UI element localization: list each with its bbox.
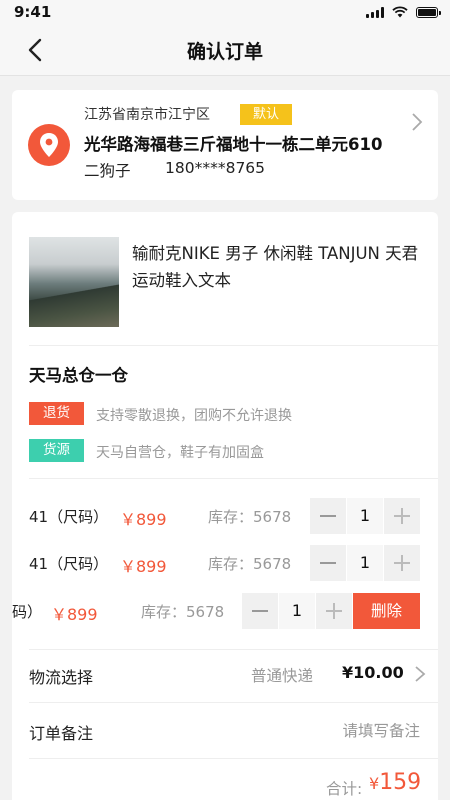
total-currency: ¥ [369, 774, 380, 793]
sku-row: 41（尺码） ￥899 库存：5678 1 [12, 498, 438, 534]
signal-icon [366, 6, 384, 18]
increase-quantity-button[interactable] [384, 545, 420, 581]
page-title: 确认订单 [186, 41, 263, 63]
wifi-icon [392, 6, 408, 18]
battery-icon [416, 6, 441, 18]
status-time: 9:41 [14, 3, 52, 21]
divider [29, 649, 438, 650]
status-bar: 9:41 [0, 0, 450, 24]
minus-icon [320, 515, 336, 517]
sku-size: 码） [12, 603, 43, 621]
sku-stock: 库存：5678 [141, 603, 225, 621]
quantity-value[interactable]: 1 [347, 545, 383, 581]
divider [29, 702, 438, 703]
minus-icon [320, 562, 336, 564]
recipient-name: 二狗子 [84, 162, 131, 180]
minus-icon [252, 610, 268, 612]
sku-size: 41（尺码） [29, 508, 109, 526]
default-address-badge: 默认 [240, 104, 292, 125]
source-tag: 货源 [29, 439, 84, 462]
source-text: 天马自营仓，鞋子有加固盒 [96, 445, 264, 461]
remark-input[interactable] [262, 719, 420, 743]
shipping-price: ¥10.00 [342, 663, 404, 682]
warehouse-name: 天马总仓一仓 [29, 366, 128, 385]
chevron-right-icon [412, 113, 423, 131]
product-image[interactable] [29, 237, 119, 327]
chevron-right-icon[interactable] [414, 665, 426, 683]
address-region: 江苏省南京市江宁区 [84, 107, 210, 123]
quantity-value[interactable]: 1 [347, 498, 383, 534]
return-policy-text: 支持零散退换，团购不允许退换 [96, 408, 292, 424]
sku-size: 41（尺码） [29, 555, 109, 573]
sku-row-swiped: 码） ￥899 库存：5678 1 删除 [12, 593, 438, 629]
remark-label: 订单备注 [29, 724, 94, 743]
sku-row: 41（尺码） ￥899 库存：5678 1 [12, 545, 438, 581]
address-detail: 光华路海福巷三斤福地十一栋二单元610 [84, 135, 383, 154]
divider [29, 758, 438, 759]
order-card: 输耐克NIKE 男子 休闲鞋 TANJUN 天君运动鞋入文本 天马总仓一仓 退货… [12, 212, 438, 800]
return-policy-tag: 退货 [29, 402, 84, 425]
sku-price: ￥899 [120, 557, 167, 576]
sku-stock: 库存：5678 [208, 555, 292, 573]
quantity-value[interactable]: 1 [279, 593, 315, 629]
decrease-quantity-button[interactable] [310, 545, 346, 581]
decrease-quantity-button[interactable] [242, 593, 278, 629]
total-number: 159 [379, 770, 422, 795]
total-label: 合计: [326, 780, 363, 798]
decrease-quantity-button[interactable] [310, 498, 346, 534]
location-pin-icon [28, 124, 70, 166]
shipping-label: 物流选择 [29, 668, 94, 687]
increase-quantity-button[interactable] [316, 593, 352, 629]
address-card[interactable]: 江苏省南京市江宁区 默认 光华路海福巷三斤福地十一栋二单元610 二狗子 180… [12, 90, 438, 200]
divider [29, 345, 438, 346]
sku-price: ￥899 [51, 605, 98, 624]
status-icons [366, 6, 441, 18]
product-name: 输耐克NIKE 男子 休闲鞋 TANJUN 天君运动鞋入文本 [132, 244, 419, 290]
divider [29, 478, 438, 479]
recipient-phone: 180****8765 [165, 159, 266, 177]
sku-stock: 库存：5678 [208, 508, 292, 526]
nav-bar: 确认订单 [0, 24, 450, 76]
total-amount: ¥159 [369, 770, 421, 795]
plus-icon [326, 603, 342, 619]
sku-price: ￥899 [120, 510, 167, 529]
increase-quantity-button[interactable] [384, 498, 420, 534]
plus-icon [394, 508, 410, 524]
delete-button[interactable]: 删除 [353, 593, 420, 629]
plus-icon [394, 555, 410, 571]
shipping-method[interactable]: 普通快递 [251, 664, 313, 686]
